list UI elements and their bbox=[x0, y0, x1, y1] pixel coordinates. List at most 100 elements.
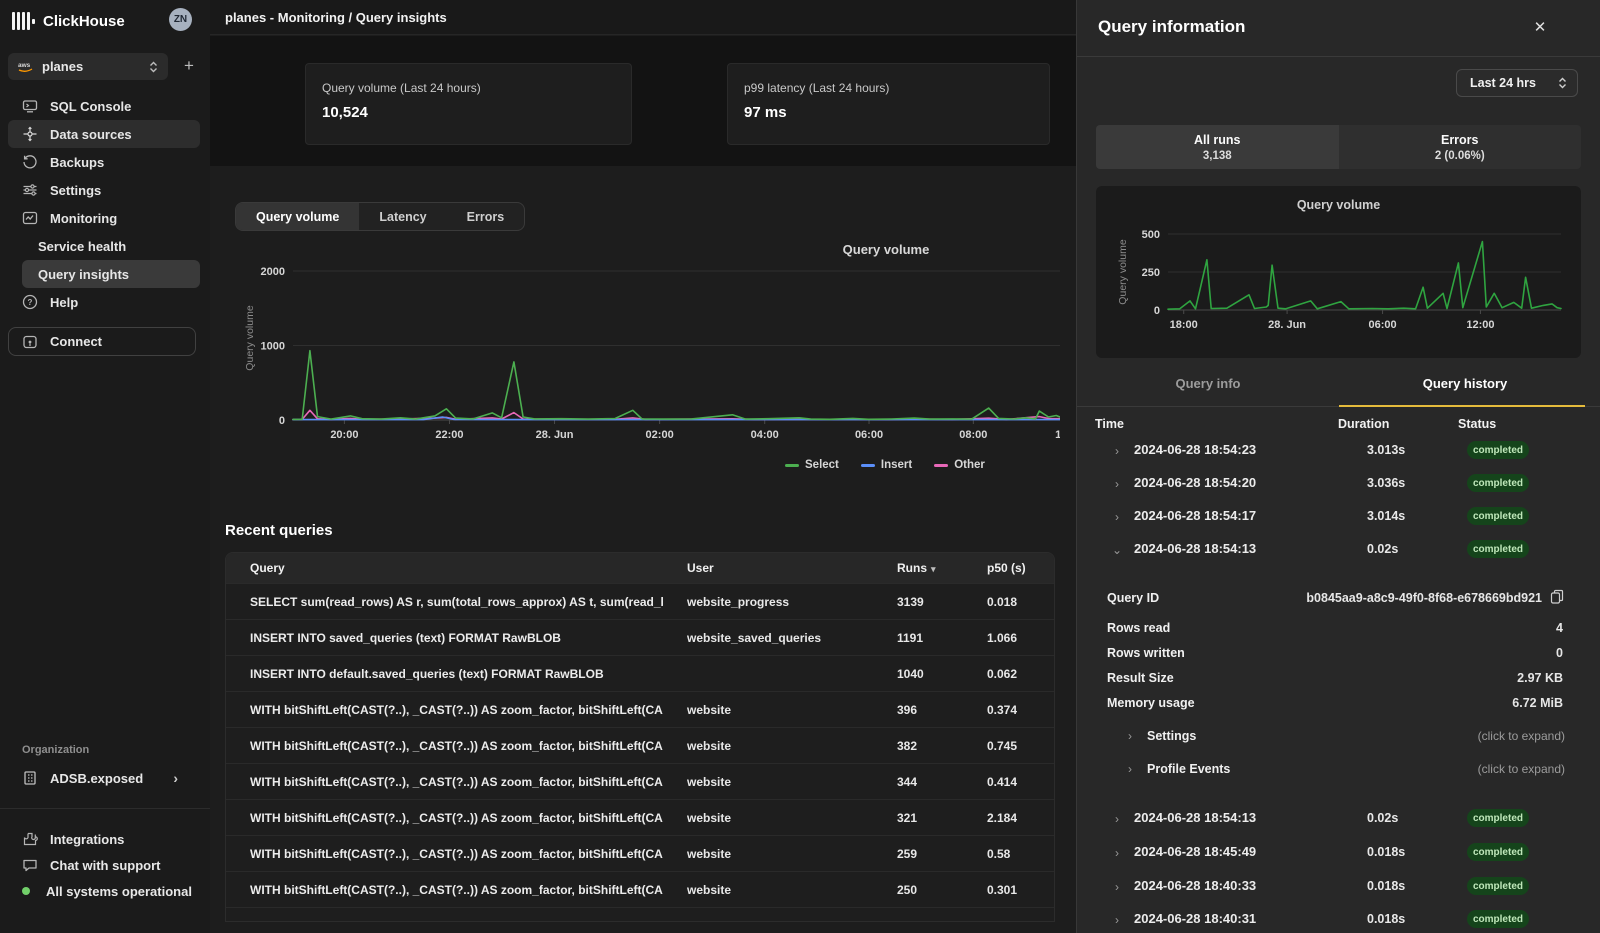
chevron-right-icon: › bbox=[1128, 762, 1132, 776]
other-series-swatch bbox=[934, 464, 948, 467]
organization-name: ADSB.exposed bbox=[50, 771, 143, 786]
table-row-partial bbox=[226, 907, 1054, 921]
sidebar-item-sql-console[interactable]: SQL Console bbox=[8, 92, 200, 120]
chevron-down-icon[interactable]: ⌄ bbox=[1111, 543, 1123, 557]
status-badge: completed bbox=[1467, 910, 1529, 928]
brand-row: ClickHouse ZN bbox=[12, 8, 202, 34]
chevron-right-icon[interactable]: › bbox=[1111, 444, 1123, 458]
rows-read-label: Rows read bbox=[1107, 621, 1170, 635]
sidebar-item-service-health[interactable]: Service health bbox=[8, 232, 200, 260]
sidebar-item-label: Query insights bbox=[38, 267, 129, 282]
close-icon[interactable]: ✕ bbox=[1529, 16, 1551, 38]
tab-query-volume[interactable]: Query volume bbox=[236, 203, 359, 230]
organization-row[interactable]: ADSB.exposed › bbox=[8, 764, 196, 792]
result-size-label: Result Size bbox=[1107, 671, 1174, 685]
sidebar-item-backups[interactable]: Backups bbox=[8, 148, 200, 176]
svg-text:aws: aws bbox=[18, 62, 31, 69]
integrations-item[interactable]: Integrations bbox=[8, 826, 202, 852]
stat-card-query-volume: Query volume (Last 24 hours) 10,524 bbox=[305, 63, 632, 145]
table-row[interactable]: WITH bitShiftLeft(CAST(?..), _CAST(?..))… bbox=[226, 835, 1054, 871]
integrations-icon bbox=[22, 831, 38, 847]
table-row[interactable]: WITH bitShiftLeft(CAST(?..), _CAST(?..))… bbox=[226, 691, 1054, 727]
tab-query-info[interactable]: Query info bbox=[1108, 376, 1308, 391]
active-tab-underline bbox=[1339, 405, 1585, 407]
status-badge: completed bbox=[1467, 540, 1529, 558]
add-service-button[interactable]: + bbox=[178, 55, 200, 77]
table-row[interactable]: WITH bitShiftLeft(CAST(?..), _CAST(?..))… bbox=[226, 763, 1054, 799]
legend-item-insert[interactable]: Insert bbox=[861, 459, 912, 471]
chevron-right-icon: › bbox=[173, 770, 178, 786]
stat-label: Query volume (Last 24 hours) bbox=[322, 81, 615, 95]
sidebar-divider bbox=[0, 808, 210, 809]
svg-text:0: 0 bbox=[279, 415, 285, 427]
status-badge: completed bbox=[1467, 474, 1529, 492]
table-row[interactable]: SELECT sum(read_rows) AS r, sum(total_ro… bbox=[226, 583, 1054, 619]
svg-text:?: ? bbox=[28, 298, 33, 307]
table-row[interactable]: WITH bitShiftLeft(CAST(?..), _CAST(?..))… bbox=[226, 799, 1054, 835]
chevron-up-down-icon bbox=[149, 61, 158, 73]
table-row[interactable]: WITH bitShiftLeft(CAST(?..), _CAST(?..))… bbox=[226, 871, 1054, 907]
tab-query-history[interactable]: Query history bbox=[1365, 376, 1565, 391]
chart-legend: Select Insert Other bbox=[785, 459, 985, 471]
sidebar-item-help[interactable]: ? Help bbox=[8, 288, 200, 316]
col-user: User bbox=[663, 561, 873, 575]
chat-support-item[interactable]: Chat with support bbox=[8, 852, 202, 878]
service-selector[interactable]: aws planes bbox=[8, 53, 168, 80]
runs-errors-toggle: All runs 3,138 Errors 2 (0.06%) bbox=[1096, 125, 1581, 169]
stat-card-p99-latency: p99 latency (Last 24 hours) 97 ms bbox=[727, 63, 1050, 145]
table-row[interactable]: WITH bitShiftLeft(CAST(?..), _CAST(?..))… bbox=[226, 727, 1054, 763]
panel-tabs: Query info Query history bbox=[1077, 368, 1600, 407]
query-information-panel: Query information ✕ Last 24 hrs All runs… bbox=[1076, 0, 1600, 933]
stat-value: 97 ms bbox=[744, 104, 1033, 121]
status-badge: completed bbox=[1467, 809, 1529, 827]
errors-segment[interactable]: Errors 2 (0.06%) bbox=[1339, 125, 1582, 169]
legend-item-select[interactable]: Select bbox=[785, 459, 839, 471]
connect-button[interactable]: Connect bbox=[8, 327, 196, 356]
organization-label: Organization bbox=[22, 744, 89, 756]
svg-text:250: 250 bbox=[1142, 267, 1160, 279]
svg-text:08:00: 08:00 bbox=[959, 429, 987, 441]
chevron-right-icon[interactable]: › bbox=[1111, 913, 1123, 927]
rows-written-value: 0 bbox=[1556, 646, 1563, 660]
sidebar: ClickHouse ZN aws planes + SQL Console D… bbox=[0, 0, 210, 933]
stats-band: Query volume (Last 24 hours) 10,524 p99 … bbox=[210, 36, 1076, 166]
app-window: ClickHouse ZN aws planes + SQL Console D… bbox=[0, 0, 1600, 933]
chevron-right-icon: › bbox=[1128, 729, 1132, 743]
status-badge: completed bbox=[1467, 507, 1529, 525]
tab-latency[interactable]: Latency bbox=[359, 203, 446, 230]
system-status-item[interactable]: All systems operational bbox=[8, 878, 202, 904]
query-id-label: Query ID bbox=[1107, 591, 1159, 605]
table-row[interactable]: INSERT INTO saved_queries (text) FORMAT … bbox=[226, 619, 1054, 655]
recent-queries-title: Recent queries bbox=[225, 522, 333, 539]
sidebar-item-monitoring[interactable]: Monitoring bbox=[8, 204, 200, 232]
sidebar-item-data-sources[interactable]: Data sources bbox=[8, 120, 200, 148]
legend-item-other[interactable]: Other bbox=[934, 459, 985, 471]
svg-text:06:00: 06:00 bbox=[855, 429, 883, 441]
chevron-right-icon[interactable]: › bbox=[1111, 880, 1123, 894]
sidebar-item-query-insights[interactable]: Query insights bbox=[22, 260, 200, 288]
sidebar-item-settings[interactable]: Settings bbox=[8, 176, 200, 204]
chevron-right-icon[interactable]: › bbox=[1111, 812, 1123, 826]
col-status: Status bbox=[1458, 417, 1496, 431]
main-content: planes - Monitoring / Query insights Que… bbox=[210, 0, 1076, 933]
tab-errors[interactable]: Errors bbox=[447, 203, 525, 230]
insert-series-swatch bbox=[861, 464, 875, 467]
rows-written-label: Rows written bbox=[1107, 646, 1185, 660]
result-size-value: 2.97 KB bbox=[1517, 671, 1563, 685]
data-sources-icon bbox=[22, 126, 38, 142]
chevron-right-icon[interactable]: › bbox=[1111, 846, 1123, 860]
sidebar-item-label: Help bbox=[50, 295, 78, 310]
all-runs-segment[interactable]: All runs 3,138 bbox=[1096, 125, 1339, 169]
avatar[interactable]: ZN bbox=[169, 8, 192, 31]
svg-text:10:00: 10:00 bbox=[1055, 429, 1060, 441]
organization-icon bbox=[22, 770, 38, 786]
chevron-right-icon[interactable]: › bbox=[1111, 510, 1123, 524]
col-runs[interactable]: Runs▾ bbox=[873, 561, 963, 575]
time-range-value: Last 24 hrs bbox=[1470, 76, 1536, 90]
status-dot-icon bbox=[22, 887, 30, 895]
time-range-dropdown[interactable]: Last 24 hrs bbox=[1456, 69, 1578, 97]
chevron-right-icon[interactable]: › bbox=[1111, 477, 1123, 491]
copy-icon[interactable] bbox=[1550, 589, 1564, 605]
connect-label: Connect bbox=[50, 334, 102, 349]
table-row[interactable]: INSERT INTO default.saved_queries (text)… bbox=[226, 655, 1054, 691]
